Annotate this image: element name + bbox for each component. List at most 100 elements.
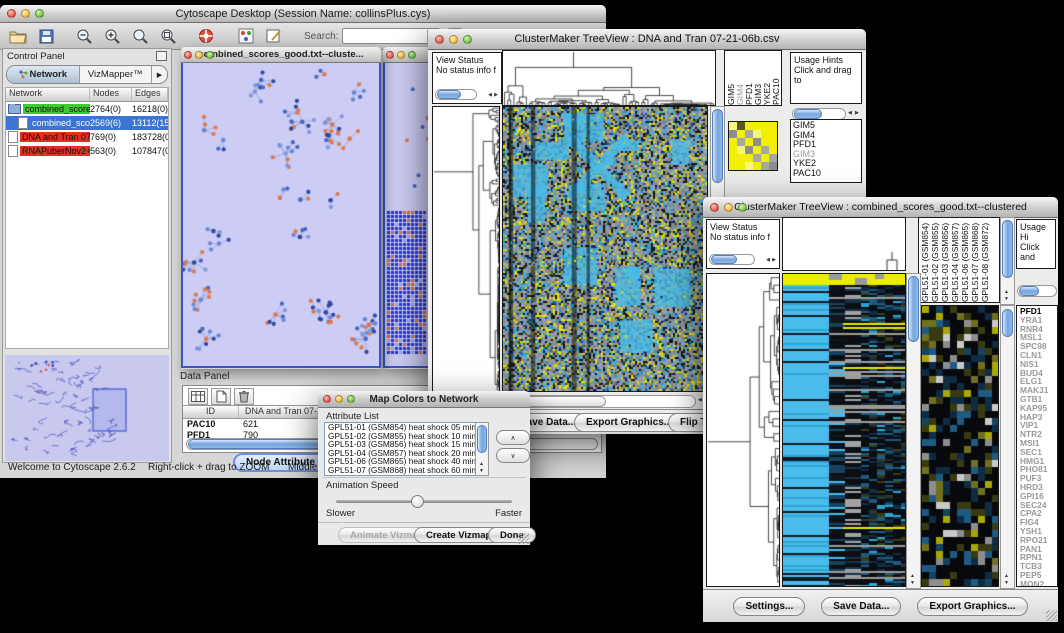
- column-label[interactable]: GPL51-07 (GSM868): [971, 218, 979, 302]
- slider-thumb[interactable]: [411, 495, 424, 508]
- minimize-icon[interactable]: [397, 51, 405, 59]
- dna-heatmap-hscrollbar[interactable]: [502, 395, 696, 408]
- column-label[interactable]: GIM5: [727, 51, 735, 105]
- combined-row-tree-canvas[interactable]: [707, 274, 779, 586]
- zoom-out-icon[interactable]: [72, 26, 96, 47]
- scroll-down-icon[interactable]: ▼: [910, 581, 915, 586]
- combined-heatmap-panel[interactable]: [782, 273, 906, 587]
- zoom-window-icon[interactable]: [206, 51, 214, 59]
- attribute-list-scrollbar[interactable]: ▲ ▼: [475, 422, 489, 476]
- column-label[interactable]: PAC10: [772, 51, 780, 105]
- zoom-window-icon[interactable]: [738, 203, 747, 212]
- close-icon[interactable]: [386, 51, 394, 59]
- save-icon[interactable]: [34, 26, 58, 47]
- help-lifesaver-icon[interactable]: [194, 26, 218, 47]
- dna-row-tree-canvas[interactable]: [433, 107, 499, 391]
- column-label[interactable]: GPL51-04 (GSM857): [951, 218, 959, 302]
- network-window-titlebar[interactable]: combined_scores_good.txt--cluste...: [181, 47, 381, 63]
- tab-network[interactable]: Network: [7, 66, 80, 83]
- combined-column-tree-canvas[interactable]: [783, 218, 905, 270]
- scroll-up-icon[interactable]: ▲: [1004, 574, 1009, 579]
- network-row[interactable]: RNAPuberNov2+|563(0)107847(0): [6, 144, 168, 158]
- scroll-left-icon[interactable]: ◀: [698, 398, 702, 403]
- scroll-down-icon[interactable]: ▼: [479, 469, 484, 474]
- close-icon[interactable]: [435, 35, 444, 44]
- scroll-up-icon[interactable]: ▲: [1004, 290, 1009, 295]
- column-label[interactable]: PFD1: [745, 51, 753, 105]
- scroll-left-icon[interactable]: ◀: [766, 258, 770, 263]
- network-grid-canvas[interactable]: [385, 63, 429, 366]
- move-down-button[interactable]: ∨: [496, 448, 530, 463]
- dna-summary-matrix[interactable]: [728, 121, 778, 171]
- attribute-table-icon[interactable]: [188, 388, 208, 405]
- settings-button[interactable]: Settings...: [733, 597, 805, 616]
- minimize-icon[interactable]: [335, 395, 343, 403]
- column-labels-scrollbar[interactable]: ▲ ▼: [1000, 217, 1015, 305]
- usage-hints-scrollbar[interactable]: [1017, 285, 1057, 297]
- network-window-grid-titlebar[interactable]: [383, 47, 431, 63]
- combined-heatmap-vscrollbar[interactable]: ▲ ▼: [906, 273, 921, 589]
- gene-label[interactable]: PAC10: [793, 169, 859, 179]
- resize-grip[interactable]: [518, 533, 529, 544]
- close-icon[interactable]: [323, 395, 331, 403]
- zoom-window-icon[interactable]: [347, 395, 355, 403]
- tab-overflow-arrow[interactable]: ▶: [152, 66, 167, 83]
- new-attribute-icon[interactable]: [211, 388, 231, 405]
- view-status-scrollbar[interactable]: [709, 254, 755, 265]
- zoom-window-icon[interactable]: [408, 51, 416, 59]
- zoom-heatmap-panel[interactable]: [921, 305, 999, 587]
- column-label[interactable]: GIM3: [754, 51, 762, 105]
- scroll-up-icon[interactable]: ▲: [479, 462, 484, 467]
- delete-attribute-icon[interactable]: [234, 388, 254, 405]
- dialog-titlebar[interactable]: Map Colors to Network: [318, 391, 530, 408]
- gene-label[interactable]: MON2: [1020, 580, 1057, 587]
- treeview-combined-titlebar[interactable]: ClusterMaker TreeView : combined_scores_…: [703, 197, 1058, 218]
- minimize-icon[interactable]: [449, 35, 458, 44]
- column-dendrogram-panel[interactable]: [502, 50, 716, 106]
- close-icon[interactable]: [7, 9, 16, 18]
- scroll-right-icon[interactable]: ▶: [494, 93, 498, 98]
- scroll-right-icon[interactable]: ▶: [772, 258, 776, 263]
- close-icon[interactable]: [710, 203, 719, 212]
- float-panel-icon[interactable]: [156, 51, 167, 61]
- dna-heatmap-canvas[interactable]: [503, 107, 707, 391]
- minimize-icon[interactable]: [724, 203, 733, 212]
- scroll-up-icon[interactable]: ▲: [910, 574, 915, 579]
- treeview-dna-titlebar[interactable]: ClusterMaker TreeView : DNA and Tran 07-…: [428, 29, 866, 50]
- minimize-icon[interactable]: [195, 51, 203, 59]
- main-titlebar[interactable]: Cytoscape Desktop (Session Name: collins…: [0, 5, 606, 23]
- column-label[interactable]: GIM4: [736, 51, 744, 105]
- move-up-button[interactable]: ∧: [496, 430, 530, 445]
- animation-speed-slider[interactable]: [336, 500, 512, 503]
- column-label[interactable]: GPL51-06 (GSM865): [961, 218, 969, 302]
- attribute-item[interactable]: GPL51-07 (GSM868) heat shock 60 min: [328, 466, 478, 475]
- gene-list-scrollbar[interactable]: ▲ ▼: [1000, 305, 1015, 589]
- zoom-window-icon[interactable]: [463, 35, 472, 44]
- network-canvas[interactable]: [183, 63, 379, 366]
- column-dendrogram-panel[interactable]: [782, 217, 906, 271]
- view-status-scrollbar[interactable]: [435, 89, 477, 100]
- scroll-down-icon[interactable]: ▼: [1004, 581, 1009, 586]
- column-label[interactable]: GPL51-02 (GSM855): [931, 218, 939, 302]
- scroll-down-icon[interactable]: ▼: [1004, 297, 1009, 302]
- open-file-icon[interactable]: [6, 26, 30, 47]
- column-label[interactable]: GPL51-03 (GSM856): [941, 218, 949, 302]
- zoom-heatmap-canvas[interactable]: [922, 306, 998, 586]
- network-row[interactable]: DNA and Tran 07769(0)183728(0): [6, 130, 168, 144]
- combined-heatmap-canvas[interactable]: [783, 274, 905, 586]
- annotation-icon[interactable]: [262, 26, 286, 47]
- column-label[interactable]: YKE2: [763, 51, 771, 105]
- export-graphics-button[interactable]: Export Graphics...: [917, 597, 1027, 616]
- scroll-right-icon[interactable]: ▶: [855, 111, 859, 116]
- search-input[interactable]: [343, 29, 427, 43]
- close-icon[interactable]: [184, 51, 192, 59]
- dna-heatmap-panel[interactable]: [502, 106, 708, 392]
- birdseye-view-canvas[interactable]: [5, 355, 169, 461]
- network-row[interactable]: combined_scores2764(0)16218(0): [6, 102, 168, 116]
- column-label[interactable]: GPL51-01 (GSM854): [921, 218, 929, 302]
- attribute-list[interactable]: GPL51-01 (GSM854) heat shock 05 minGPL51…: [324, 422, 479, 476]
- scroll-left-icon[interactable]: ◀: [848, 111, 852, 116]
- resize-grip[interactable]: [1046, 610, 1057, 621]
- row-dendrogram-panel[interactable]: [706, 273, 780, 587]
- zoom-window-icon[interactable]: [35, 9, 44, 18]
